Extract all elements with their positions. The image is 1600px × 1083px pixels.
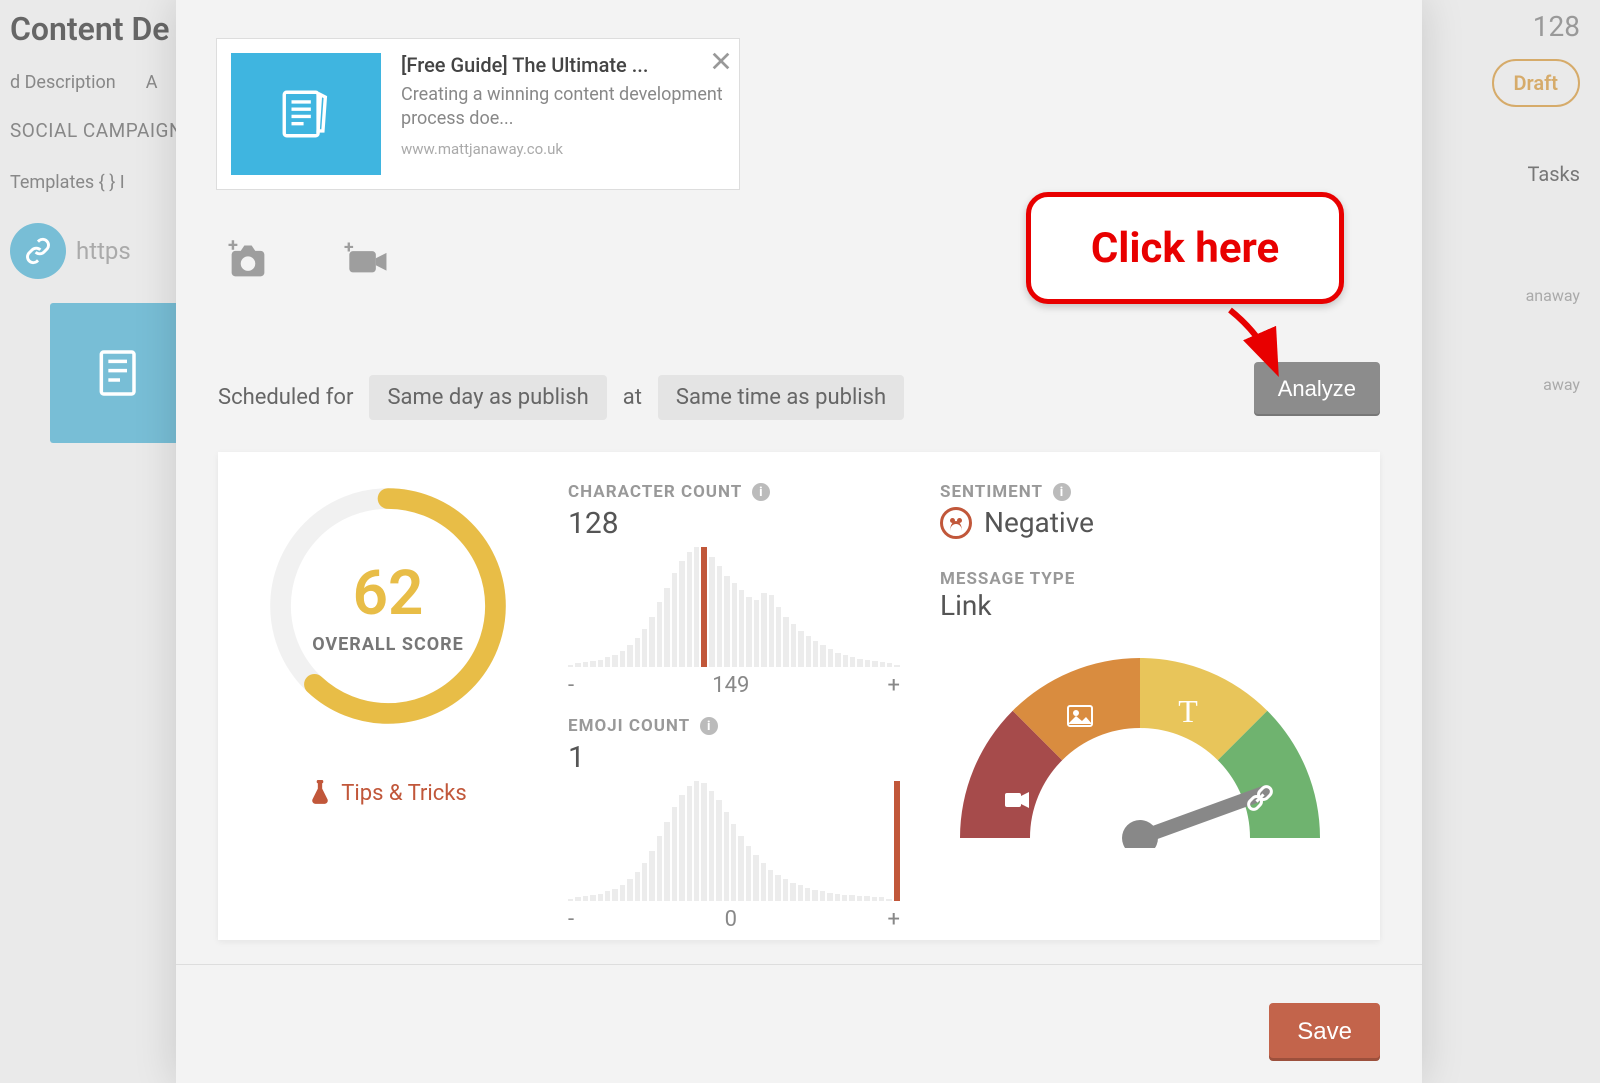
axis-plus: + (888, 907, 900, 932)
emoji-count-block: EMOJI COUNT i 1 - 0 + (568, 716, 900, 932)
schedule-time-dropdown[interactable]: Same time as publish (658, 375, 904, 420)
sad-face-icon (940, 507, 972, 539)
bg-tab-other: A (146, 72, 158, 93)
axis-mid-emoji: 0 (574, 907, 887, 932)
bg-side-text-1: anaway (1492, 286, 1580, 305)
video-icon (1005, 792, 1029, 808)
schedule-day-dropdown[interactable]: Same day as publish (369, 375, 606, 420)
svg-text:T: T (1178, 693, 1198, 729)
emoji-count-heading: EMOJI COUNT (568, 716, 690, 736)
info-icon[interactable]: i (700, 717, 718, 735)
sentiment-value: Negative (984, 506, 1094, 539)
bg-side-text-2: away (1492, 375, 1580, 394)
emoji-count-value: 1 (568, 740, 900, 775)
sentiment-heading: SENTIMENT (940, 482, 1043, 502)
preview-domain: www.mattjanaway.co.uk (401, 140, 725, 158)
flask-icon (309, 780, 331, 806)
bg-tasks-label: Tasks (1492, 162, 1580, 186)
close-preview-button[interactable] (706, 46, 736, 76)
schedule-row: Scheduled for Same day as publish at Sam… (218, 375, 904, 420)
emoji-count-histogram (568, 781, 900, 901)
overall-score-block: 62 OVERALL SCORE Tips & Tricks (248, 482, 528, 920)
message-type-gauge: T (940, 628, 1340, 848)
preview-description: Creating a winning content development p… (401, 83, 725, 132)
tips-and-tricks-link[interactable]: Tips & Tricks (309, 780, 467, 806)
annotation-callout: Click here (1026, 192, 1344, 304)
add-photo-button[interactable]: + (226, 240, 270, 289)
character-count-block: CHARACTER COUNT i 128 - 149 + (568, 482, 900, 698)
axis-mid-char: 149 (574, 673, 887, 698)
score-value: 62 (353, 557, 424, 630)
histograms-column: CHARACTER COUNT i 128 - 149 + EMOJI COUN… (568, 482, 900, 920)
status-badge: Draft (1492, 59, 1580, 107)
compose-modal: [Free Guide] The Ultimate ... Creating a… (176, 0, 1422, 1083)
text-icon: T (1178, 693, 1198, 729)
annotation-arrow-icon (1220, 304, 1300, 384)
analysis-panel: 62 OVERALL SCORE Tips & Tricks CHARACTER… (218, 452, 1380, 940)
tips-label: Tips & Tricks (341, 781, 467, 806)
score-ring: 62 OVERALL SCORE (264, 482, 512, 730)
character-count-histogram (568, 547, 900, 667)
message-type-value: Link (940, 589, 1350, 622)
bg-char-counter: 128 (1492, 10, 1580, 43)
right-stats-column: SENTIMENT i Negative MESSAGE TYPE Link (940, 482, 1350, 920)
bg-url-text: https (76, 237, 131, 265)
axis-plus: + (888, 673, 900, 698)
preview-thumb (231, 53, 381, 175)
bg-right-panel: 128 Draft Tasks anaway away (1492, 10, 1580, 394)
schedule-label: Scheduled for (218, 385, 353, 410)
info-icon[interactable]: i (752, 483, 770, 501)
media-actions: + + (226, 240, 390, 289)
preview-text-block: [Free Guide] The Ultimate ... Creating a… (401, 53, 725, 175)
modal-divider (176, 964, 1422, 965)
bg-preview-thumb (50, 303, 190, 443)
bg-tab-description: d Description (10, 72, 116, 93)
link-icon (10, 223, 66, 279)
sentiment-block: SENTIMENT i Negative (940, 482, 1350, 539)
svg-text:+: + (344, 240, 354, 258)
schedule-at-label: at (623, 385, 642, 410)
svg-text:+: + (228, 240, 238, 256)
character-count-value: 128 (568, 506, 900, 541)
link-preview-card: [Free Guide] The Ultimate ... Creating a… (216, 38, 740, 190)
preview-title: [Free Guide] The Ultimate ... (401, 53, 725, 77)
info-icon[interactable]: i (1053, 483, 1071, 501)
message-type-block: MESSAGE TYPE Link (940, 569, 1350, 848)
score-label: OVERALL SCORE (312, 634, 464, 655)
add-video-button[interactable]: + (344, 240, 390, 289)
character-count-heading: CHARACTER COUNT (568, 482, 742, 502)
save-button[interactable]: Save (1269, 1003, 1380, 1061)
message-type-heading: MESSAGE TYPE (940, 569, 1075, 589)
